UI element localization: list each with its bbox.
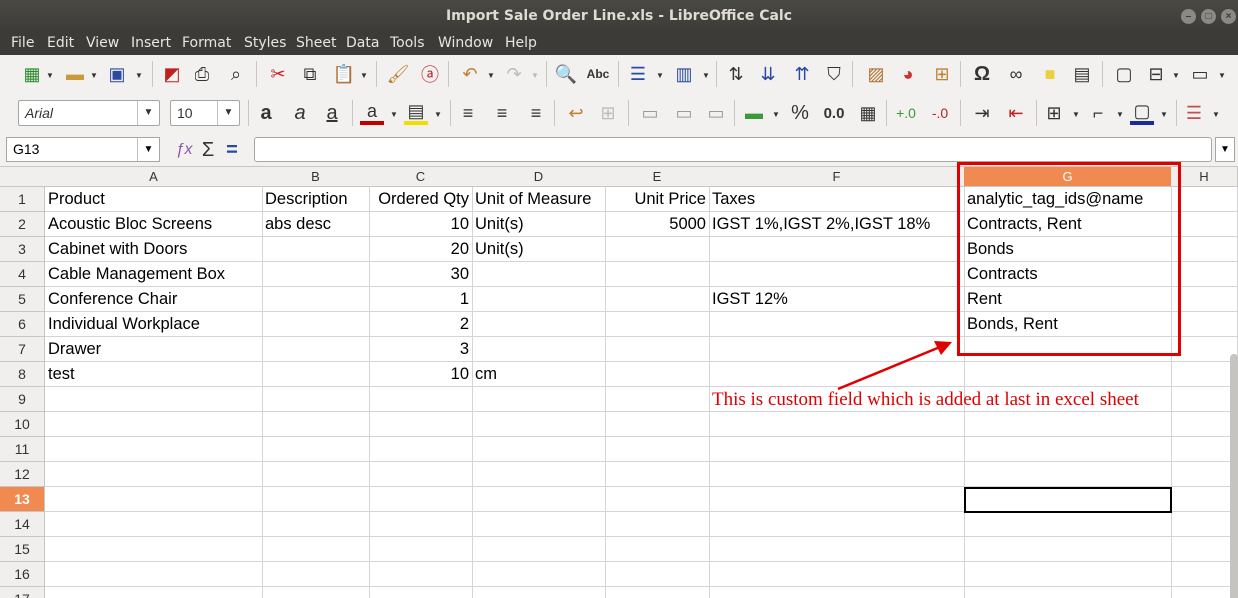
annotation-arrow — [837, 341, 952, 391]
annotation-text: This is custom field which is added at l… — [712, 389, 1139, 410]
